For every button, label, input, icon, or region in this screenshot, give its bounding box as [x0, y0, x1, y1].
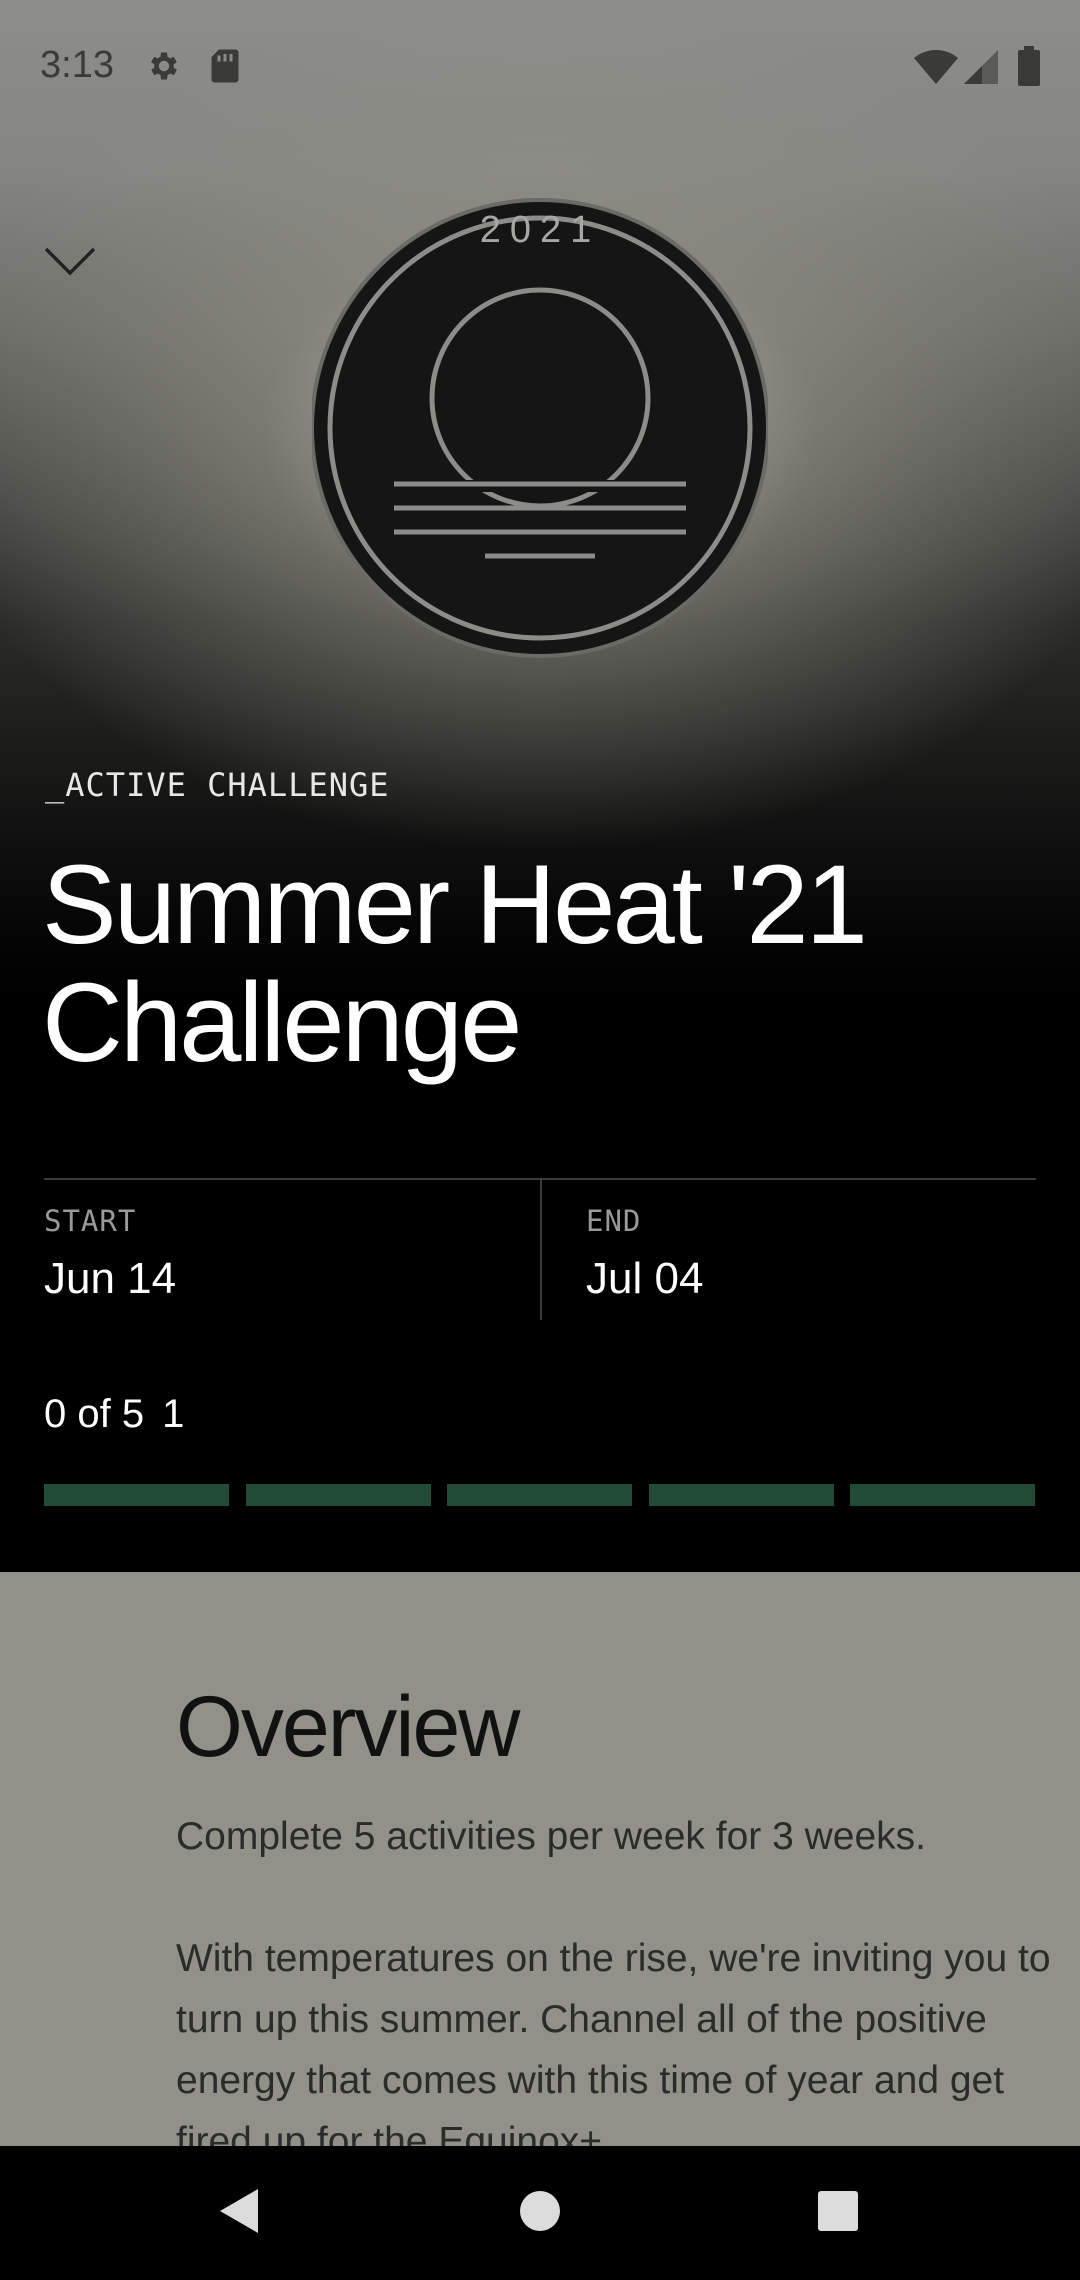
gear-icon	[146, 48, 182, 89]
page-title: Summer Heat '21 Challenge	[42, 846, 1042, 1082]
end-label: END	[586, 1204, 642, 1238]
status-time: 3:13	[40, 44, 114, 86]
back-button[interactable]	[160, 2146, 320, 2280]
title-line-2: Challenge	[42, 960, 522, 1085]
back-triangle-icon	[218, 2187, 262, 2240]
overview-title: Overview	[176, 1679, 520, 1775]
progress-extra: 1	[162, 1392, 185, 1436]
progress-count: 0 of 5 1	[44, 1392, 184, 1437]
status-bar: 3:13	[0, 0, 1080, 136]
start-date: START Jun 14	[44, 1180, 542, 1320]
end-date: END Jul 04	[586, 1180, 1036, 1320]
progress-segment-4	[649, 1484, 834, 1506]
overview-body: With temperatures on the rise, we're inv…	[176, 1937, 1051, 2146]
badge-year: 2021	[480, 209, 601, 251]
collapse-button[interactable]	[40, 238, 100, 288]
overview-summary: Complete 5 activities per week for 3 wee…	[176, 1815, 926, 1858]
overview-section[interactable]: Overview Complete 5 activities per week …	[0, 1572, 1080, 2146]
recents-button[interactable]	[758, 2146, 918, 2280]
date-range: START Jun 14 END Jul 04	[44, 1178, 1036, 1320]
battery-icon	[1018, 46, 1040, 91]
progress-text: 0 of 5	[44, 1392, 145, 1436]
wifi-icon	[914, 50, 958, 89]
navigation-bar	[0, 2146, 1080, 2280]
start-label: START	[44, 1204, 137, 1238]
challenge-badge: 2021	[310, 198, 770, 658]
recents-square-icon	[817, 2190, 859, 2237]
title-line-1: Summer Heat '21	[42, 842, 868, 967]
progress-segment-1	[44, 1484, 229, 1506]
chevron-down-icon	[44, 246, 96, 281]
progress-segment-2	[246, 1484, 431, 1506]
progress-bar	[44, 1484, 1036, 1506]
progress-segment-5	[850, 1484, 1035, 1506]
end-value: Jul 04	[586, 1254, 704, 1303]
sd-card-icon	[210, 48, 240, 89]
challenge-status-label: _ACTIVE CHALLENGE	[45, 766, 390, 804]
progress-segment-3	[447, 1484, 632, 1506]
start-value: Jun 14	[44, 1254, 177, 1303]
home-circle-icon	[518, 2189, 562, 2238]
home-button[interactable]	[460, 2146, 620, 2280]
cell-signal-icon	[964, 50, 998, 89]
